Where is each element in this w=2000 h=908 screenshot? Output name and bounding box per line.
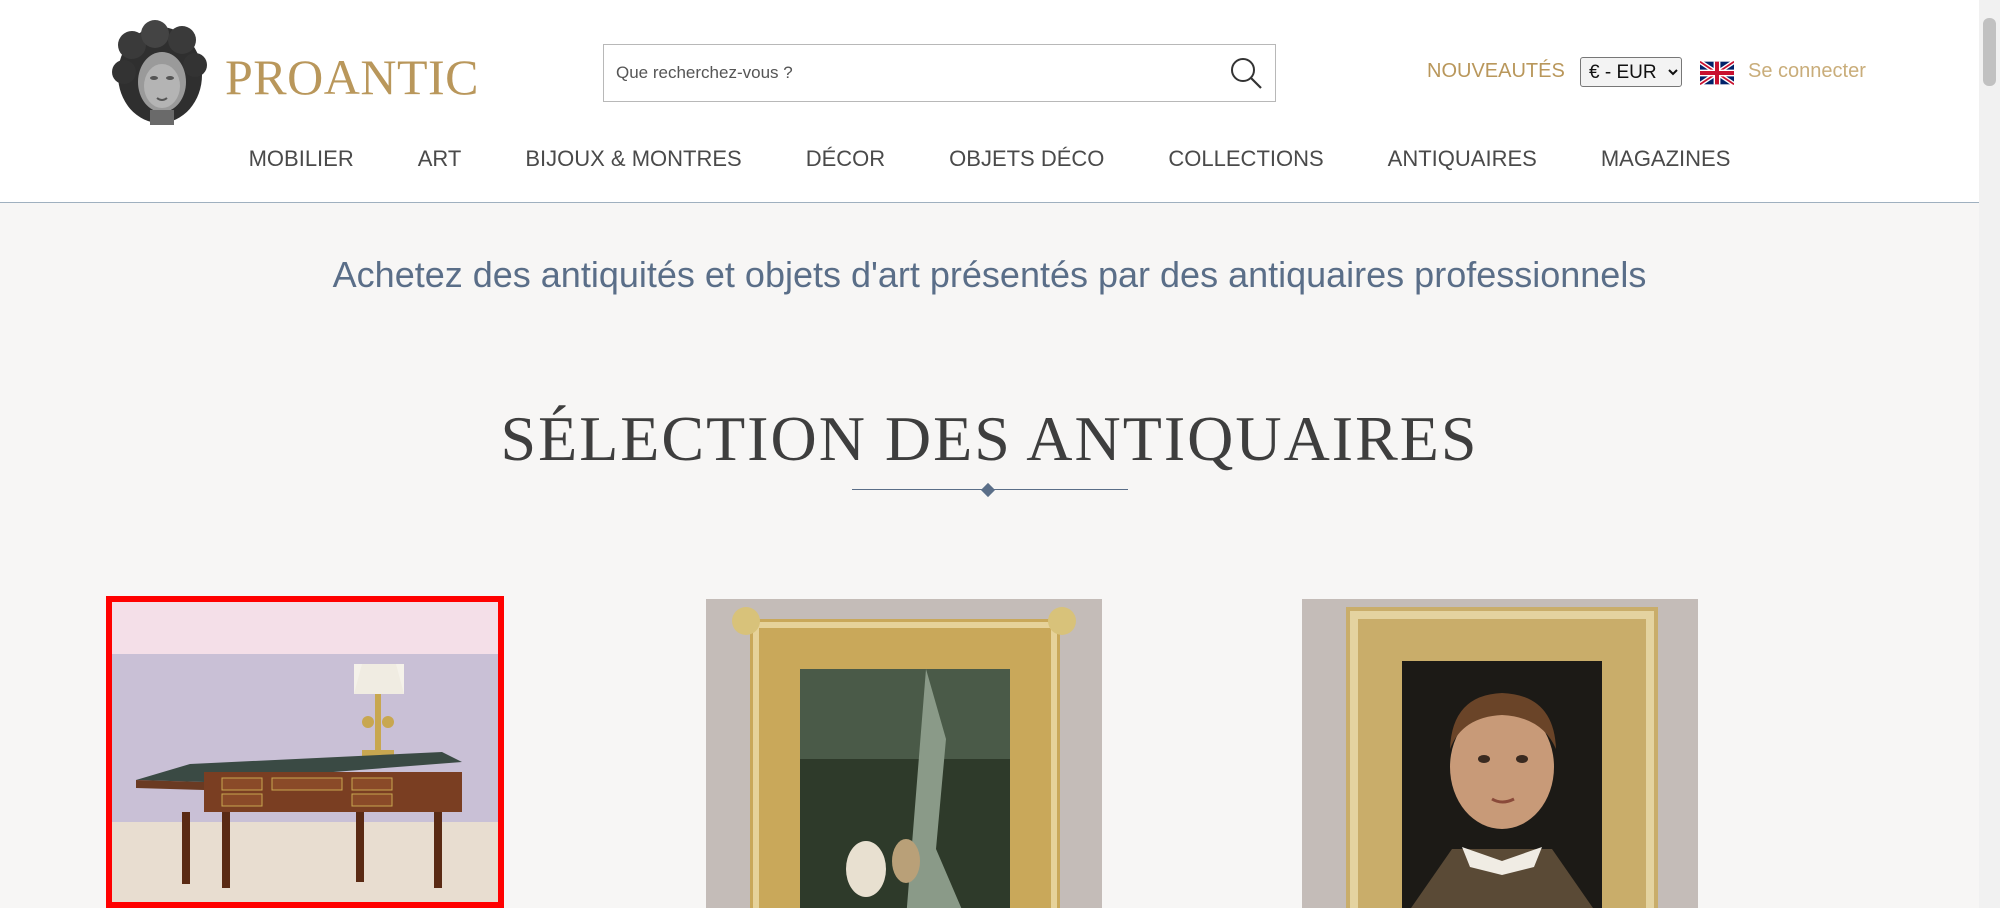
site-header: PROANTIC NOUVEAUTÉS € - EUR Se connecter… [0, 0, 1979, 203]
nav-item-collections[interactable]: COLLECTIONS [1168, 146, 1323, 182]
landscape-painting-image [706, 599, 1102, 908]
nav-item-art[interactable]: ART [418, 146, 462, 182]
bust-logo-icon [112, 20, 207, 125]
nav-item-magazines[interactable]: MAGAZINES [1601, 146, 1731, 182]
divider-diamond-icon [980, 482, 996, 498]
nav-item-objets-deco[interactable]: OBJETS DÉCO [949, 146, 1104, 182]
section-title: SÉLECTION DES ANTIQUAIRES [500, 403, 1479, 474]
search-input[interactable] [604, 45, 1204, 101]
login-link[interactable]: Se connecter [1748, 60, 1866, 83]
nav-item-decor[interactable]: DÉCOR [806, 146, 885, 182]
main-nav: MOBILIER ART BIJOUX & MONTRES DÉCOR OBJE… [0, 146, 1979, 182]
portrait-painting-image [1302, 599, 1698, 908]
product-card-painting-portrait[interactable] [1302, 599, 1698, 908]
nav-item-mobilier[interactable]: MOBILIER [249, 146, 354, 182]
search-icon [1231, 58, 1262, 89]
scrollbar-thumb[interactable] [1983, 18, 1996, 86]
nouveautes-link[interactable]: NOUVEAUTÉS [1427, 60, 1565, 83]
logo-text: PROANTIC [225, 49, 480, 105]
desk-image [112, 602, 498, 902]
tagline: Achetez des antiquités et objets d'art p… [332, 254, 1647, 295]
nav-item-bijoux-montres[interactable]: BIJOUX & MONTRES [525, 146, 741, 182]
product-card-desk[interactable] [106, 596, 504, 908]
search-bar [603, 44, 1276, 102]
site-logo[interactable]: PROANTIC [110, 20, 479, 125]
search-button[interactable] [1225, 53, 1267, 93]
nav-item-antiquaires[interactable]: ANTIQUAIRES [1388, 146, 1537, 182]
uk-flag-icon[interactable] [1700, 61, 1734, 85]
page-scrollbar[interactable] [1979, 0, 2000, 908]
currency-select[interactable]: € - EUR [1580, 57, 1682, 87]
product-card-painting-landscape[interactable] [706, 599, 1102, 908]
